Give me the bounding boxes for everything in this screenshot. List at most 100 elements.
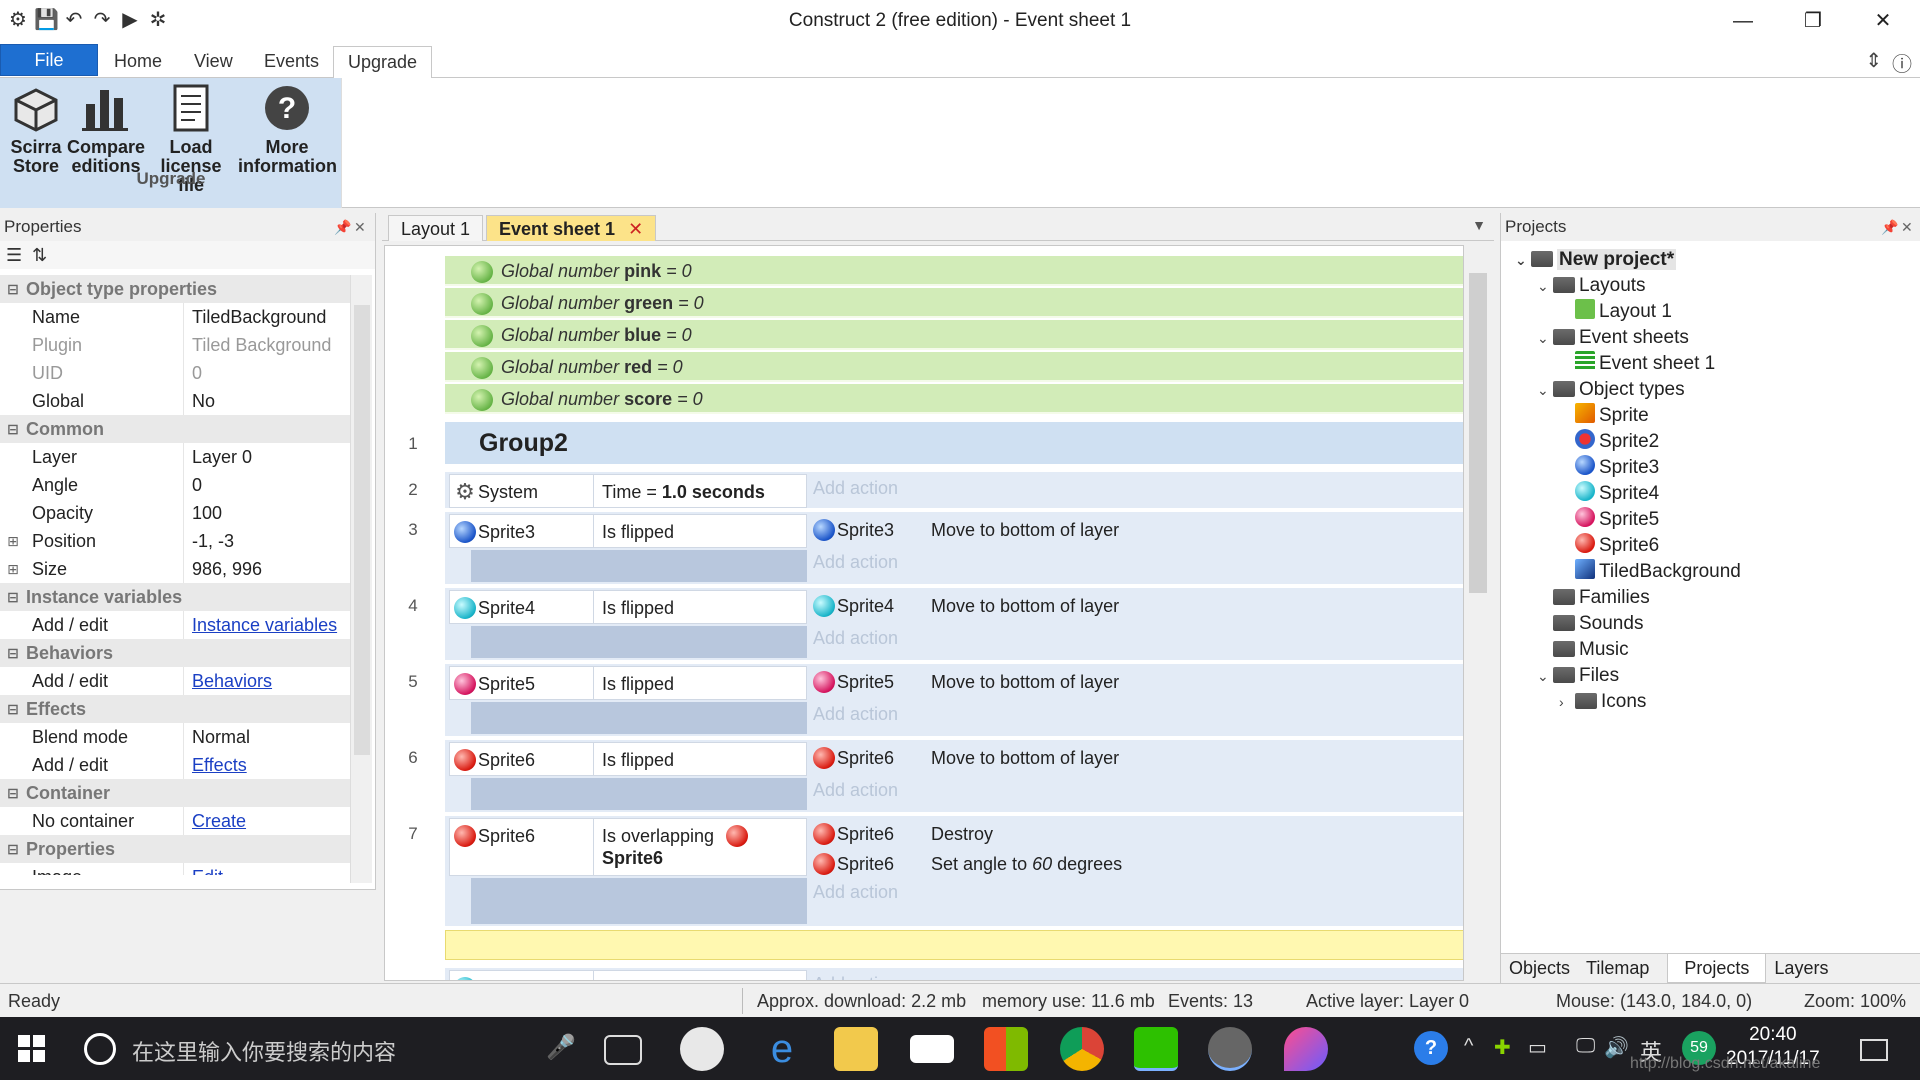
tab-tilemap[interactable]: Tilemap <box>1578 954 1657 983</box>
tree-event-sheet-1[interactable]: Event sheet 1 <box>1559 351 1715 377</box>
property-value[interactable]: Create <box>184 807 350 835</box>
condition[interactable]: ⚙ System Time = 1.0 seconds <box>449 474 807 508</box>
action[interactable]: Sprite3 Move to bottom of layer <box>809 512 1463 548</box>
group-header[interactable]: Group2 <box>445 422 1463 464</box>
property-link[interactable]: Edit <box>192 867 223 875</box>
property-row[interactable]: Angle 0 <box>0 471 350 499</box>
tree-layout-1[interactable]: Layout 1 <box>1559 299 1672 325</box>
scroll-thumb[interactable] <box>1469 273 1487 593</box>
pinwheel-app-icon[interactable] <box>680 1027 724 1071</box>
notification-icon[interactable] <box>1860 1039 1888 1061</box>
collapse-icon[interactable]: ⊟ <box>0 841 26 858</box>
add-action-link[interactable]: Add action <box>813 478 898 499</box>
property-value[interactable]: Behaviors <box>184 667 350 695</box>
expanded-chevron-icon[interactable]: ⌄ <box>1537 273 1553 299</box>
help-tray-icon[interactable]: ? <box>1414 1031 1448 1065</box>
property-value[interactable]: 0 <box>184 471 350 499</box>
expanded-chevron-icon[interactable]: ⌄ <box>1537 377 1553 403</box>
tree-object[interactable]: Sprite5 <box>1559 507 1659 533</box>
condition[interactable]: Sprite6 Is overlapping Sprite6 <box>449 818 807 876</box>
collapse-icon[interactable]: ⊟ <box>0 701 26 718</box>
property-value[interactable]: Tiled Background <box>184 331 350 359</box>
property-category[interactable]: ⊟ Common <box>0 415 350 443</box>
global-variable-row[interactable]: Global number score = 0 <box>445 384 1463 414</box>
global-variable-row[interactable]: Global number red = 0 <box>445 352 1463 382</box>
volume-icon[interactable]: 🔊 <box>1604 1035 1629 1060</box>
sort-az-icon[interactable]: ⇅ <box>32 245 47 265</box>
info-icon[interactable]: ⓘ <box>1892 48 1912 77</box>
minimize-button[interactable]: — <box>1713 6 1773 36</box>
property-row[interactable]: No container Create <box>0 807 350 835</box>
property-value[interactable]: Normal <box>184 723 350 751</box>
tab-layers[interactable]: Layers <box>1766 954 1836 983</box>
property-row[interactable]: Name TiledBackground <box>0 303 350 331</box>
property-category[interactable]: ⊟ Effects <box>0 695 350 723</box>
property-row[interactable]: Add / edit Effects <box>0 751 350 779</box>
property-row[interactable]: UID 0 <box>0 359 350 387</box>
task-view-icon[interactable] <box>604 1035 642 1065</box>
tabs-dropdown-icon[interactable]: ▼ <box>1472 217 1486 233</box>
global-variable-row[interactable]: Global number green = 0 <box>445 288 1463 318</box>
property-value[interactable]: Layer 0 <box>184 443 350 471</box>
tab-event-sheet-1[interactable]: Event sheet 1 ✕ <box>486 215 657 241</box>
pin-icon[interactable]: 📌 <box>334 213 351 241</box>
condition[interactable]: Sprite6 Is flipped <box>449 742 807 776</box>
action[interactable]: Sprite4 Move to bottom of layer <box>809 588 1463 624</box>
close-tab-icon[interactable]: ✕ <box>628 219 643 239</box>
properties-scrollbar[interactable] <box>350 275 372 883</box>
ribbon-collapse-icon[interactable]: ⇕ <box>1865 48 1882 77</box>
add-action-link[interactable]: Add action <box>813 974 898 980</box>
mail-icon[interactable] <box>910 1035 954 1063</box>
new-event-row[interactable] <box>445 930 1463 960</box>
global-variable-row[interactable]: Global number pink = 0 <box>445 256 1463 286</box>
property-category[interactable]: ⊟ Container <box>0 779 350 807</box>
expanded-chevron-icon[interactable]: ⌄ <box>1537 325 1553 351</box>
tree-object[interactable]: Sprite <box>1559 403 1649 429</box>
property-row[interactable]: Blend mode Normal <box>0 723 350 751</box>
property-category[interactable]: ⊟ Object type properties <box>0 275 350 303</box>
tab-layout-1[interactable]: Layout 1 <box>388 215 484 241</box>
tab-upgrade[interactable]: Upgrade <box>333 46 433 80</box>
property-row[interactable]: Add / edit Behaviors <box>0 667 350 695</box>
tree-files[interactable]: ⌄ Files <box>1537 663 1619 689</box>
tree-object[interactable]: Sprite6 <box>1559 533 1659 559</box>
tab-file[interactable]: File <box>0 44 98 76</box>
collapse-icon[interactable]: ⊟ <box>0 785 26 802</box>
collapse-icon[interactable]: ⊟ <box>0 589 26 606</box>
pin-icon[interactable]: 📌 <box>1881 213 1898 241</box>
windows-start-icon[interactable] <box>18 1035 46 1063</box>
property-value[interactable]: Effects <box>184 751 350 779</box>
property-value[interactable]: 100 <box>184 499 350 527</box>
taskbar-search[interactable]: 在这里输入你要搜索的内容 <box>132 1035 396 1067</box>
tree-icons[interactable]: › Icons <box>1559 689 1646 715</box>
expanded-chevron-icon[interactable]: ⌄ <box>1537 663 1553 689</box>
paint-icon[interactable] <box>1284 1027 1328 1071</box>
property-row[interactable]: Layer Layer 0 <box>0 443 350 471</box>
property-value[interactable]: Edit <box>184 863 350 875</box>
tree-object[interactable]: Sprite2 <box>1559 429 1659 455</box>
tree-layouts[interactable]: ⌄ Layouts <box>1537 273 1646 299</box>
condition[interactable]: Sprite5 Is flipped <box>449 666 807 700</box>
property-link[interactable]: Create <box>192 811 246 831</box>
property-value[interactable]: 986, 996 <box>184 555 350 583</box>
property-row[interactable]: Global No <box>0 387 350 415</box>
action[interactable]: Sprite5 Move to bottom of layer <box>809 664 1463 700</box>
file-explorer-icon[interactable] <box>834 1027 878 1071</box>
tab-view[interactable]: View <box>180 46 247 78</box>
chrome-icon[interactable] <box>1060 1027 1104 1071</box>
close-button[interactable]: ✕ <box>1853 6 1913 36</box>
tab-projects[interactable]: Projects <box>1667 954 1767 983</box>
tree-project-root[interactable]: ⌄ New project* <box>1515 247 1677 273</box>
property-row[interactable]: Plugin Tiled Background <box>0 331 350 359</box>
tree-object[interactable]: Sprite4 <box>1559 481 1659 507</box>
tree-sounds[interactable]: Sounds <box>1537 611 1643 637</box>
collapse-icon[interactable]: ⊟ <box>0 421 26 438</box>
property-row[interactable]: ⊞ Size 986, 996 <box>0 555 350 583</box>
property-row[interactable]: Opacity 100 <box>0 499 350 527</box>
property-category[interactable]: ⊟ Behaviors <box>0 639 350 667</box>
property-link[interactable]: Effects <box>192 755 247 775</box>
expand-icon[interactable]: ⊞ <box>0 533 26 550</box>
add-action-link[interactable]: Add action <box>813 628 898 649</box>
expanded-chevron-icon[interactable]: ⌄ <box>1515 247 1531 273</box>
property-link[interactable]: Instance variables <box>192 615 337 635</box>
